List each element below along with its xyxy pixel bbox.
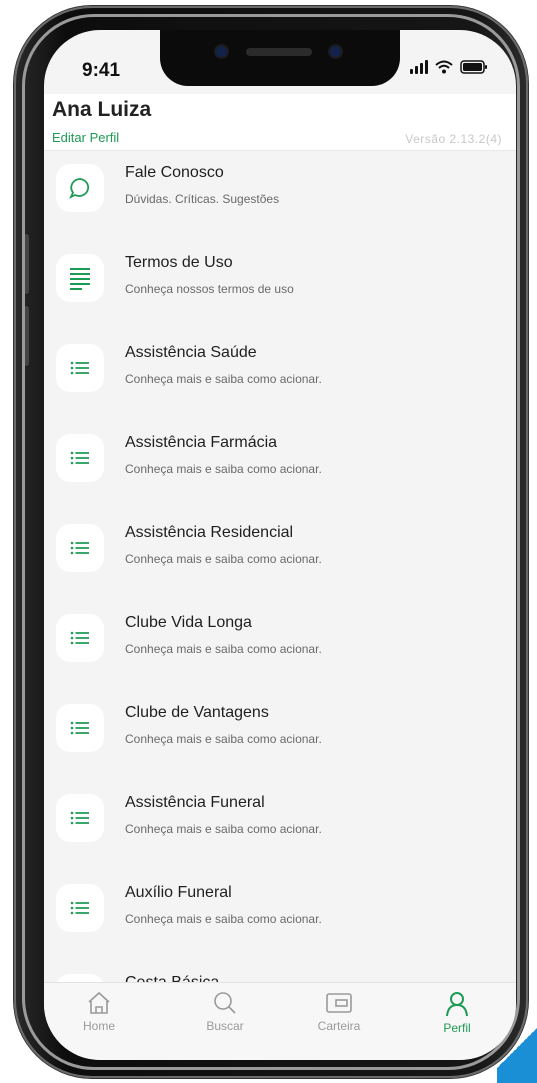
sensor-icon — [330, 46, 341, 57]
menu-item[interactable]: Fale Conosco Dúvidas. Críticas. Sugestões — [44, 150, 516, 238]
tab-buscar[interactable]: Buscar — [180, 991, 270, 1033]
list-icon — [56, 344, 104, 392]
edit-profile-link[interactable]: Editar Perfil — [52, 130, 119, 145]
menu-item-subtitle: Conheça mais e saiba como acionar. — [125, 912, 322, 926]
list-icon — [56, 434, 104, 482]
menu-item-title: Assistência Residencial — [125, 524, 294, 541]
menu-item-title: Assistência Farmácia — [125, 434, 278, 451]
signal-icon — [410, 60, 428, 74]
menu-item-title: Clube de Vantagens — [125, 704, 269, 721]
list-icon — [56, 704, 104, 752]
speaker — [246, 48, 312, 56]
menu-item[interactable]: Assistência Residencial Conheça mais e sa… — [44, 510, 516, 598]
tab-label: Buscar — [206, 1019, 244, 1033]
menu-item[interactable]: Cesta Básica — [44, 960, 516, 982]
menu-item-title: Cesta Básica — [125, 974, 219, 982]
status-icons — [410, 60, 488, 74]
wifi-icon — [435, 60, 453, 74]
list-icon — [56, 614, 104, 662]
menu-item-subtitle: Dúvidas. Críticas. Sugestões — [125, 192, 280, 206]
user-name: Ana Luiza — [52, 98, 152, 121]
menu-item[interactable]: Assistência Funeral Conheça mais e saiba … — [44, 780, 516, 868]
tab-label: Carteira — [317, 1019, 361, 1033]
chat-bubble-icon — [56, 164, 104, 212]
search-icon — [180, 991, 270, 1015]
tab-carteira[interactable]: Carteira — [294, 991, 384, 1033]
menu-item-subtitle: Conheça mais e saiba como acionar. — [125, 642, 322, 656]
menu-item-subtitle: Conheça mais e saiba como acionar. — [125, 372, 322, 386]
menu-item[interactable]: Clube Vida Longa Conheça mais e saiba com… — [44, 600, 516, 688]
menu-item[interactable]: Termos de Uso Conheça nossos termos de us… — [44, 240, 516, 328]
list-icon — [56, 974, 104, 982]
app-version: Versão 2.13.2(4) — [405, 132, 502, 146]
menu-item-title: Assistência Funeral — [125, 794, 265, 811]
menu-item-subtitle: Conheça mais e saiba como acionar. — [125, 732, 322, 746]
wallet-icon — [294, 991, 384, 1015]
tab-label: Home — [82, 1019, 115, 1033]
tab-label: Perfil — [443, 1021, 471, 1035]
menu-list: Fale Conosco Dúvidas. Críticas. Sugestões… — [44, 150, 516, 982]
notch — [160, 30, 400, 86]
menu-item[interactable]: Clube de Vantagens Conheça mais e saiba c… — [44, 690, 516, 778]
menu-item-title: Termos de Uso — [125, 254, 233, 271]
list-icon — [56, 524, 104, 572]
battery-icon — [460, 60, 488, 74]
tab-home[interactable]: Home — [54, 991, 144, 1033]
menu-item[interactable]: Assistência Saúde Conheça mais e saiba co… — [44, 330, 516, 418]
front-camera-icon — [216, 46, 227, 57]
menu-item-title: Clube Vida Longa — [125, 614, 252, 631]
menu-item[interactable]: Assistência Farmácia Conheça mais e saiba… — [44, 420, 516, 508]
list-icon — [56, 884, 104, 932]
status-time: 9:41 — [82, 60, 121, 81]
profile-header: Ana Luiza Editar Perfil Versão 2.13.2(4) — [44, 94, 516, 151]
screen: 9:41 Ana Luiza Editar Perfil Versão 2.13… — [44, 30, 516, 1060]
home-icon — [54, 991, 144, 1015]
menu-item-subtitle: Conheça mais e saiba como acionar. — [125, 552, 322, 566]
menu-item-subtitle: Conheça mais e saiba como acionar. — [125, 462, 322, 476]
menu-item-title: Auxílio Funeral — [125, 884, 232, 901]
document-lines-icon — [56, 254, 104, 302]
menu-item-title: Assistência Saúde — [125, 344, 257, 361]
tab-bar: Home Buscar Carteira Perfil — [44, 982, 516, 1060]
menu-item-subtitle: Conheça mais e saiba como acionar. — [125, 822, 322, 836]
list-icon — [56, 794, 104, 842]
menu-item[interactable]: Auxílio Funeral Conheça mais e saiba como… — [44, 870, 516, 958]
profile-icon — [412, 991, 502, 1017]
menu-item-subtitle: Conheça nossos termos de uso — [125, 282, 294, 296]
tab-perfil[interactable]: Perfil — [412, 991, 502, 1035]
menu-item-title: Fale Conosco — [125, 164, 224, 181]
